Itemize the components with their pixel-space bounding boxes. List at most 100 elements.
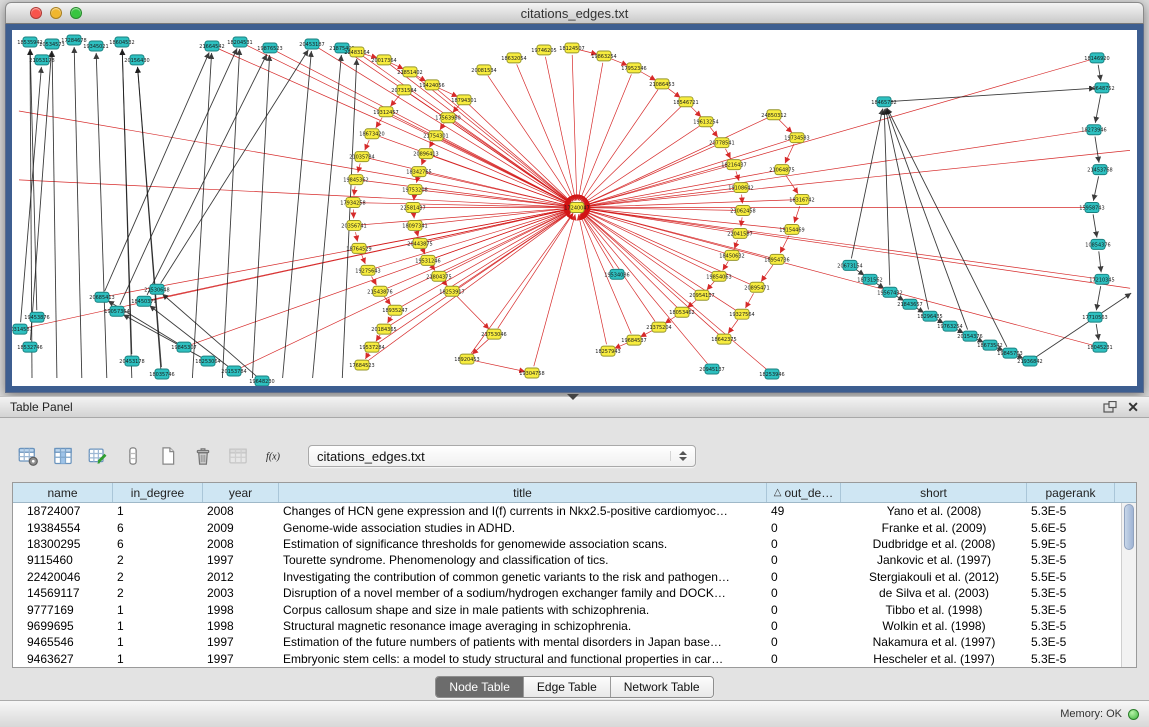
graph-node[interactable]: 21453768 bbox=[1087, 165, 1112, 175]
graph-node[interactable]: 18045231 bbox=[1087, 342, 1112, 352]
graph-node[interactable]: 21035784 bbox=[349, 152, 374, 162]
network-canvas[interactable]: 1853594220534573172846781934502121053178… bbox=[12, 30, 1137, 386]
graph-node[interactable]: 20945137 bbox=[699, 364, 724, 374]
graph-node[interactable]: 19863254 bbox=[591, 51, 616, 61]
column-header-short[interactable]: short bbox=[841, 483, 1027, 502]
graph-node[interactable]: 19734583 bbox=[784, 133, 809, 143]
table-row[interactable]: 1938455462009Genome-wide association stu… bbox=[13, 519, 1121, 535]
graph-node[interactable]: 17684523 bbox=[349, 360, 374, 370]
graph-node[interactable]: 18731562 bbox=[857, 274, 882, 284]
graph-node[interactable]: 19845307 bbox=[171, 342, 196, 352]
float-panel-button[interactable] bbox=[1103, 401, 1117, 413]
graph-node[interactable]: 20356741 bbox=[341, 220, 366, 230]
graph-node[interactable]: 20184365 bbox=[371, 324, 396, 334]
graph-node[interactable]: 21753046 bbox=[481, 329, 506, 339]
graph-node[interactable]: 19648230 bbox=[249, 376, 274, 386]
close-panel-button[interactable]: ✕ bbox=[1127, 400, 1139, 414]
column-header-out_degree[interactable]: △out_de… bbox=[767, 483, 841, 502]
graph-node[interactable]: 19613254 bbox=[693, 117, 718, 127]
import-table-button[interactable] bbox=[224, 443, 252, 469]
graph-node[interactable]: 19424056 bbox=[419, 80, 444, 90]
graph-node[interactable]: 18253917 bbox=[439, 286, 464, 296]
graph-node[interactable]: 19154469 bbox=[779, 224, 804, 234]
table-row[interactable]: 946554611997Estimation of the future num… bbox=[13, 634, 1121, 650]
table-row[interactable]: 1830029562008Estimation of significance … bbox=[13, 536, 1121, 552]
graph-node[interactable]: 20778541 bbox=[709, 138, 734, 148]
new-file-button[interactable] bbox=[154, 443, 182, 469]
graph-node[interactable]: 18204531 bbox=[227, 37, 252, 47]
graph-node[interactable]: 19876523 bbox=[257, 43, 282, 53]
graph-node[interactable]: 21064875 bbox=[769, 165, 794, 175]
table-row[interactable]: 969969511998Structural magnetic resonanc… bbox=[13, 618, 1121, 634]
graph-node[interactable]: 17934258 bbox=[340, 198, 365, 208]
graph-node[interactable]: 18764529 bbox=[346, 243, 371, 253]
graph-node[interactable]: 18124507 bbox=[559, 43, 584, 53]
graph-node[interactable]: 18632054 bbox=[501, 53, 526, 63]
graph-node[interactable]: 19684537 bbox=[621, 335, 646, 345]
graph-node[interactable]: 18954736 bbox=[764, 254, 789, 264]
window-titlebar[interactable]: citations_edges.txt bbox=[5, 2, 1144, 24]
graph-node[interactable]: 18146920 bbox=[1084, 53, 1109, 63]
table-row[interactable]: 946362711997Embryonic stem cells: a mode… bbox=[13, 651, 1121, 667]
graph-node[interactable]: 21804375 bbox=[426, 271, 451, 281]
show-columns-button[interactable] bbox=[49, 443, 77, 469]
graph-node[interactable]: 21664542 bbox=[199, 41, 224, 51]
delete-button[interactable] bbox=[189, 443, 217, 469]
graph-node[interactable]: 20156430 bbox=[124, 55, 149, 65]
graph-node[interactable]: 24850312 bbox=[761, 110, 786, 120]
graph-node[interactable]: 18450379 bbox=[131, 296, 156, 306]
graph-node[interactable]: 19453876 bbox=[24, 312, 49, 322]
graph-node[interactable]: 18794301 bbox=[451, 95, 476, 105]
graph-node[interactable]: 18216437 bbox=[721, 160, 746, 170]
graph-node[interactable]: 20731584 bbox=[391, 85, 416, 95]
graph-node[interactable]: 19537284 bbox=[359, 342, 384, 352]
graph-node[interactable]: 19304758 bbox=[519, 368, 544, 378]
column-header-in_degree[interactable]: in_degree bbox=[113, 483, 203, 502]
graph-node[interactable]: 17210345 bbox=[1089, 274, 1114, 284]
scrollbar-thumb[interactable] bbox=[1124, 504, 1134, 550]
graph-node[interactable]: 19763254 bbox=[937, 321, 962, 331]
graph-node[interactable]: 20685413 bbox=[89, 292, 114, 302]
graph-node[interactable]: 20673154 bbox=[837, 260, 862, 270]
graph-node[interactable]: 18673420 bbox=[359, 129, 384, 139]
graph-node[interactable]: 18253946 bbox=[759, 369, 784, 379]
table-mode-button[interactable] bbox=[14, 443, 42, 469]
edit-table-button[interactable] bbox=[84, 443, 112, 469]
graph-node[interactable]: 18296435 bbox=[917, 311, 942, 321]
graph-node[interactable]: 19275643 bbox=[355, 265, 380, 275]
close-button[interactable] bbox=[30, 7, 42, 19]
graph-node[interactable]: 19746205 bbox=[531, 45, 556, 55]
graph-node[interactable]: 19854063 bbox=[706, 271, 731, 281]
graph-node[interactable]: 18097341 bbox=[402, 220, 427, 230]
vertical-scrollbar[interactable] bbox=[1121, 503, 1136, 667]
graph-node[interactable]: 18604532 bbox=[109, 37, 134, 47]
table-row[interactable]: 2242004622012Investigating the contribut… bbox=[13, 569, 1121, 585]
tab-node-table[interactable]: Node Table bbox=[436, 677, 524, 697]
graph-node[interactable]: 20453187 bbox=[299, 39, 324, 49]
graph-node[interactable]: 20017364 bbox=[371, 55, 396, 65]
minimize-button[interactable] bbox=[50, 7, 62, 19]
table-selector[interactable]: citations_edges.txt bbox=[308, 445, 696, 467]
table-row[interactable]: 1872400712008Changes of HCN gene express… bbox=[13, 503, 1121, 519]
graph-node[interactable]: 19531246 bbox=[415, 255, 440, 265]
graph-node[interactable]: 21530648 bbox=[144, 284, 169, 294]
graph-node[interactable]: 21062458 bbox=[730, 206, 755, 216]
graph-node[interactable]: 20453178 bbox=[119, 356, 144, 366]
graph-node[interactable]: 18546721 bbox=[673, 97, 698, 107]
graph-node[interactable]: 19345021 bbox=[83, 41, 108, 51]
graph-node[interactable]: 20153784 bbox=[221, 366, 246, 376]
graph-node[interactable]: 18035746 bbox=[149, 369, 174, 379]
graph-node[interactable]: 18532746 bbox=[17, 342, 42, 352]
graph-node[interactable]: 20081534 bbox=[471, 65, 496, 75]
graph-node[interactable]: 19648752 bbox=[1089, 83, 1114, 93]
graph-node[interactable]: 18935247 bbox=[382, 305, 407, 315]
function-builder-button[interactable]: f(x) bbox=[259, 443, 287, 469]
column-header-year[interactable]: year bbox=[203, 483, 279, 502]
graph-node[interactable]: 15958743 bbox=[1079, 203, 1104, 213]
graph-node[interactable]: 20314587 bbox=[12, 324, 33, 334]
graph-node[interactable]: 19845362 bbox=[343, 175, 368, 185]
graph-node[interactable]: 20954137 bbox=[689, 290, 714, 300]
table-row[interactable]: 1456911722003Disruption of a novel membe… bbox=[13, 585, 1121, 601]
graph-node[interactable]: 18053462 bbox=[669, 307, 694, 317]
column-header-pagerank[interactable]: pagerank bbox=[1027, 483, 1115, 502]
